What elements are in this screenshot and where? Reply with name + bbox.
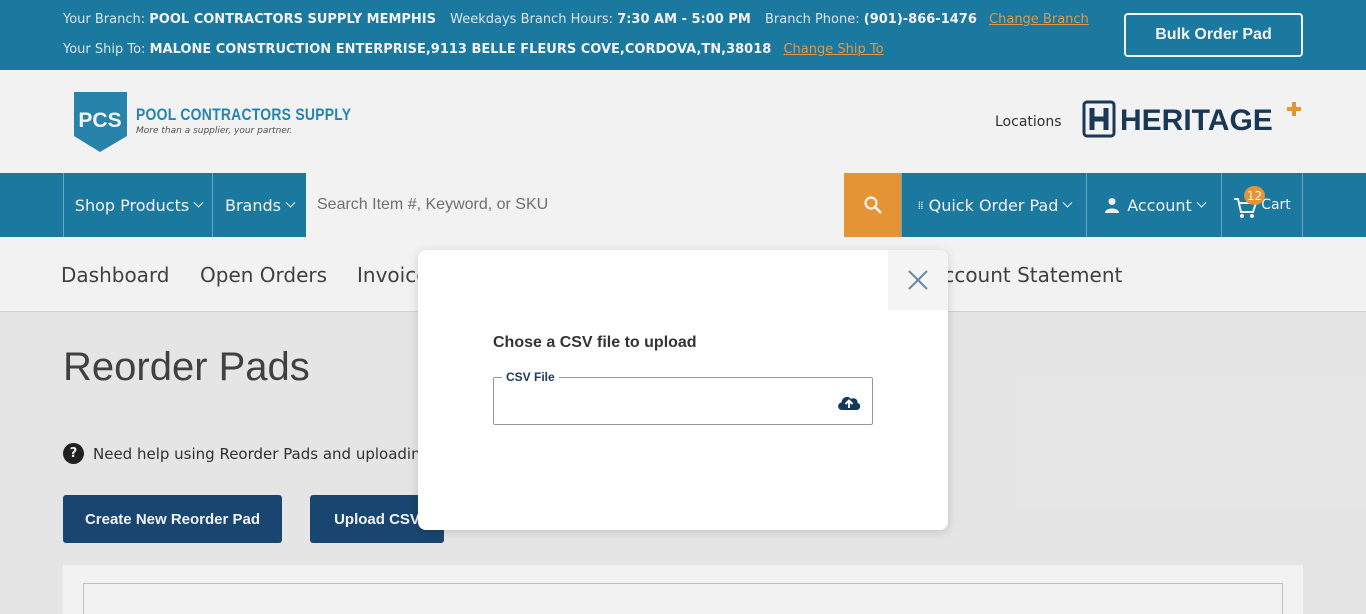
subnav-dashboard[interactable]: Dashboard	[61, 263, 170, 287]
upload-csv-modal: Chose a CSV file to upload CSV File	[418, 250, 948, 530]
shipto-label: Your Ship To:	[63, 42, 146, 57]
nav-shop-products[interactable]: Shop Products	[63, 173, 213, 237]
logo-abbr: PCS	[78, 109, 121, 132]
pcs-logo[interactable]: PCS POOL CONTRACTORS SUPPLY More than a …	[72, 90, 351, 154]
csv-file-label: CSV File	[502, 370, 559, 384]
nav-cart-label: Cart	[1261, 197, 1291, 213]
heritage-logo[interactable]: HERITAGE	[1082, 98, 1307, 140]
logo-tagline: More than a supplier, your partner.	[136, 126, 293, 136]
heritage-wordmark: HERITAGE	[1120, 104, 1273, 137]
modal-title: Chose a CSV file to upload	[493, 334, 697, 351]
search-input[interactable]	[306, 173, 844, 237]
subnav-account-statement[interactable]: Account Statement	[930, 263, 1122, 287]
branch-hours: 7:30 AM - 5:00 PM	[617, 12, 751, 27]
nav-brands-label: Brands	[225, 195, 281, 215]
quick-order-icon: ⁞⁞	[917, 198, 924, 212]
help-text: Need help using Reorder Pads and uploadi…	[93, 444, 431, 463]
change-shipto-link[interactable]: Change Ship To	[783, 42, 883, 57]
site-header: PCS POOL CONTRACTORS SUPPLY More than a …	[0, 70, 1366, 173]
chevron-down-icon	[1062, 197, 1073, 208]
close-icon	[908, 270, 928, 290]
phone-label: Branch Phone:	[764, 12, 860, 27]
subnav-open-orders[interactable]: Open Orders	[200, 263, 327, 287]
branch-phone: (901)-866-1476	[863, 12, 977, 27]
nav-shop-products-label: Shop Products	[74, 195, 190, 215]
chevron-down-icon	[285, 197, 296, 208]
nav-account[interactable]: Account	[1086, 173, 1222, 237]
bulk-order-pad-button[interactable]: Bulk Order Pad	[1124, 13, 1303, 57]
reorder-pad-row[interactable]	[83, 583, 1283, 614]
shipto-address: MALONE CONSTRUCTION ENTERPRISE,9113 BELL…	[149, 42, 772, 57]
nav-brands[interactable]: Brands	[212, 173, 306, 237]
nav-account-label: Account	[1127, 195, 1192, 215]
help-icon[interactable]: ?	[63, 443, 84, 464]
user-icon	[1105, 198, 1120, 213]
branch-name: POOL CONTRACTORS SUPPLY MEMPHIS	[149, 12, 437, 27]
branch-label: Your Branch:	[63, 12, 146, 27]
branch-info-bar: Your Branch: POOL CONTRACTORS SUPPLY MEM…	[0, 0, 1366, 70]
nav-quick-order-label: Quick Order Pad	[928, 195, 1059, 215]
modal-close-button[interactable]	[888, 250, 948, 310]
cart-count-badge: 12	[1244, 186, 1265, 205]
nav-quick-order-pad[interactable]: ⁞⁞ Quick Order Pad	[901, 173, 1087, 237]
shipto-info-line: Your Ship To: MALONE CONSTRUCTION ENTERP…	[63, 42, 884, 57]
pcs-shield-icon: PCS	[74, 92, 127, 152]
cloud-upload-icon[interactable]	[836, 392, 862, 412]
nav-cart[interactable]: Cart	[1221, 173, 1303, 237]
change-branch-link[interactable]: Change Branch	[989, 12, 1089, 27]
help-row: ? Need help using Reorder Pads and uploa…	[63, 443, 430, 464]
chevron-down-icon	[1196, 197, 1207, 208]
branch-info-line: Your Branch: POOL CONTRACTORS SUPPLY MEM…	[63, 12, 1089, 27]
chevron-down-icon	[193, 197, 204, 208]
locations-link[interactable]: Locations	[995, 114, 1062, 130]
create-reorder-pad-button[interactable]: Create New Reorder Pad	[63, 495, 282, 543]
csv-file-input[interactable]: CSV File	[493, 370, 873, 425]
search-button[interactable]	[844, 173, 901, 237]
reorder-pad-list	[63, 565, 1303, 614]
hours-label: Weekdays Branch Hours:	[450, 12, 614, 27]
page-title: Reorder Pads	[63, 345, 310, 389]
search-icon	[863, 196, 882, 214]
logo-name: POOL CONTRACTORS SUPPLY	[136, 105, 352, 124]
